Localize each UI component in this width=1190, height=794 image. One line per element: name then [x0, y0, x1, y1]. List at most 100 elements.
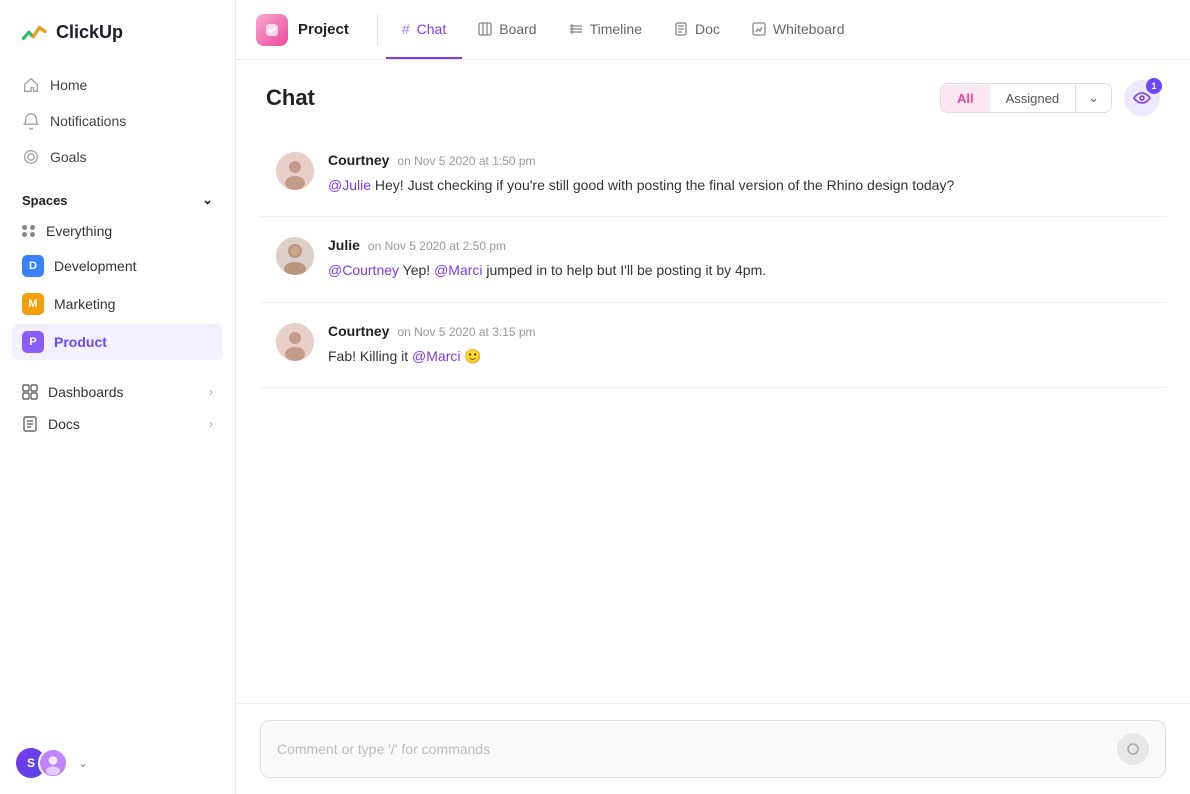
- message-item: Julie on Nov 5 2020 at 2:50 pm @Courtney…: [260, 217, 1166, 302]
- docs-icon: [22, 416, 38, 432]
- project-label: Project: [298, 21, 349, 38]
- product-badge: P: [22, 331, 44, 353]
- marketing-label: Marketing: [54, 296, 115, 312]
- filter-group: All Assigned ⌄: [940, 83, 1112, 113]
- message-body: Julie on Nov 5 2020 at 2:50 pm @Courtney…: [328, 237, 1150, 281]
- message-time: on Nov 5 2020 at 1:50 pm: [397, 154, 535, 168]
- docs-arrow: ›: [209, 417, 213, 431]
- main-content: Project # Chat Board Timeline Doc Whiteb…: [236, 0, 1190, 794]
- tab-board[interactable]: Board: [462, 0, 552, 59]
- send-icon: [1126, 742, 1140, 756]
- spaces-chevron-icon: ⌄: [202, 192, 213, 208]
- filter-dropdown[interactable]: ⌄: [1075, 84, 1111, 112]
- goals-label: Goals: [50, 149, 87, 165]
- everything-label: Everything: [46, 223, 112, 239]
- sidebar-item-development[interactable]: D Development: [12, 248, 223, 284]
- filter-all-button[interactable]: All: [941, 85, 990, 112]
- product-label: Product: [54, 334, 107, 350]
- docs-label: Docs: [48, 416, 80, 432]
- mention-julie: @Julie: [328, 177, 371, 193]
- julie-avatar: [276, 237, 314, 275]
- user-section[interactable]: S ⌄: [0, 732, 235, 794]
- chat-tab-icon: #: [402, 21, 410, 37]
- avatar-secondary: [38, 748, 68, 778]
- mention-marci: @Marci: [434, 262, 482, 278]
- tab-chat[interactable]: # Chat: [386, 0, 462, 59]
- user-chevron-icon: ⌄: [78, 756, 88, 770]
- message-item: Courtney on Nov 5 2020 at 3:15 pm Fab! K…: [260, 303, 1166, 388]
- spaces-header[interactable]: Spaces ⌄: [0, 178, 235, 214]
- project-title: Project: [256, 14, 369, 46]
- message-body: Courtney on Nov 5 2020 at 3:15 pm Fab! K…: [328, 323, 1150, 367]
- notifications-label: Notifications: [50, 113, 126, 129]
- board-tab-label: Board: [499, 21, 536, 37]
- sidebar-item-marketing[interactable]: M Marketing: [12, 286, 223, 322]
- sidebar-item-everything[interactable]: Everything: [12, 216, 223, 246]
- doc-tab-label: Doc: [695, 21, 720, 37]
- timeline-tab-label: Timeline: [590, 21, 642, 37]
- sidebar-item-docs[interactable]: Docs ›: [12, 408, 223, 440]
- whiteboard-tab-icon: [752, 22, 766, 36]
- home-icon: [22, 76, 40, 94]
- send-button[interactable]: [1117, 733, 1149, 765]
- sidebar-item-notifications[interactable]: Notifications: [12, 104, 223, 138]
- clickup-logo-icon: [20, 18, 48, 46]
- message-time: on Nov 5 2020 at 2:50 pm: [368, 239, 506, 253]
- msg-emoji: 🙂: [464, 348, 481, 364]
- sidebar-item-home[interactable]: Home: [12, 68, 223, 102]
- dashboards-icon: [22, 384, 38, 400]
- logo[interactable]: ClickUp: [0, 0, 235, 64]
- tab-doc[interactable]: Doc: [658, 0, 736, 59]
- sidebar-item-product[interactable]: P Product: [12, 324, 223, 360]
- message-text: @Julie Hey! Just checking if you're stil…: [328, 174, 1150, 196]
- sidebar-item-goals[interactable]: Goals: [12, 140, 223, 174]
- mention-marci-2: @Marci: [412, 348, 460, 364]
- project-icon: [256, 14, 288, 46]
- courtney-avatar: [276, 152, 314, 190]
- messages-list: Courtney on Nov 5 2020 at 1:50 pm @Julie…: [236, 132, 1190, 703]
- message-time: on Nov 5 2020 at 3:15 pm: [397, 325, 535, 339]
- tabs-divider: [377, 15, 378, 45]
- board-tab-icon: [478, 22, 492, 36]
- logo-text: ClickUp: [56, 22, 123, 43]
- watchers-button[interactable]: 1: [1124, 80, 1160, 116]
- message-text: Fab! Killing it @Marci 🙂: [328, 345, 1150, 367]
- sidebar-item-dashboards[interactable]: Dashboards ›: [12, 376, 223, 408]
- home-label: Home: [50, 77, 87, 93]
- message-author: Courtney: [328, 152, 389, 168]
- message-text-content: Hey! Just checking if you're still good …: [375, 177, 954, 193]
- message-author: Julie: [328, 237, 360, 253]
- goals-icon: [22, 148, 40, 166]
- spaces-list: Everything D Development M Marketing P P…: [0, 214, 235, 362]
- sidebar: ClickUp Home Notifications Goals Spaces …: [0, 0, 236, 794]
- filter-assigned-button[interactable]: Assigned: [990, 85, 1075, 112]
- comment-input-wrap[interactable]: Comment or type '/' for commands: [260, 720, 1166, 778]
- comment-bar: Comment or type '/' for commands: [236, 703, 1190, 794]
- dashboards-label: Dashboards: [48, 384, 124, 400]
- courtney-avatar-2: [276, 323, 314, 361]
- grid-icon: [22, 225, 36, 237]
- watchers-badge: 1: [1146, 78, 1162, 94]
- message-meta: Julie on Nov 5 2020 at 2:50 pm: [328, 237, 1150, 253]
- chevron-down-icon: ⌄: [1088, 90, 1099, 106]
- message-body: Courtney on Nov 5 2020 at 1:50 pm @Julie…: [328, 152, 1150, 196]
- chat-area: Chat All Assigned ⌄ 1: [236, 60, 1190, 794]
- chat-header-right: All Assigned ⌄ 1: [940, 80, 1160, 116]
- message-author: Courtney: [328, 323, 389, 339]
- tab-timeline[interactable]: Timeline: [553, 0, 658, 59]
- message-text: @Courtney Yep! @Marci jumped in to help …: [328, 259, 1150, 281]
- bell-icon: [22, 112, 40, 130]
- whiteboard-tab-label: Whiteboard: [773, 21, 845, 37]
- mention-courtney: @Courtney: [328, 262, 399, 278]
- msg-text-rest: jumped in to help but I'll be posting it…: [486, 262, 766, 278]
- tab-whiteboard[interactable]: Whiteboard: [736, 0, 861, 59]
- message-meta: Courtney on Nov 5 2020 at 1:50 pm: [328, 152, 1150, 168]
- sidebar-sections: Dashboards › Docs ›: [0, 374, 235, 442]
- chat-header: Chat All Assigned ⌄ 1: [236, 60, 1190, 132]
- chat-title: Chat: [266, 85, 315, 111]
- development-label: Development: [54, 258, 137, 274]
- development-badge: D: [22, 255, 44, 277]
- doc-tab-icon: [674, 22, 688, 36]
- comment-placeholder: Comment or type '/' for commands: [277, 741, 490, 757]
- chat-tab-label: Chat: [417, 21, 447, 37]
